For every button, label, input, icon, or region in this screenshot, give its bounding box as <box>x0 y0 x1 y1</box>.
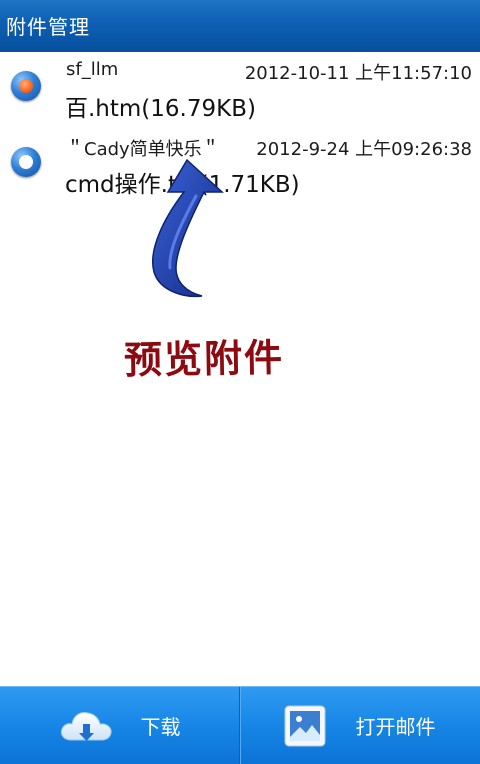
bottom-toolbar: 下载 打开邮件 <box>0 686 480 764</box>
picture-icon <box>284 705 325 746</box>
open-mail-button[interactable]: 打开邮件 <box>240 687 479 764</box>
cloud-download-icon <box>60 711 112 741</box>
annotation-text: 预览附件 <box>123 334 285 383</box>
open-mail-label: 打开邮件 <box>355 715 436 739</box>
download-label: 下载 <box>140 715 181 739</box>
download-button[interactable]: 下载 <box>0 687 239 764</box>
